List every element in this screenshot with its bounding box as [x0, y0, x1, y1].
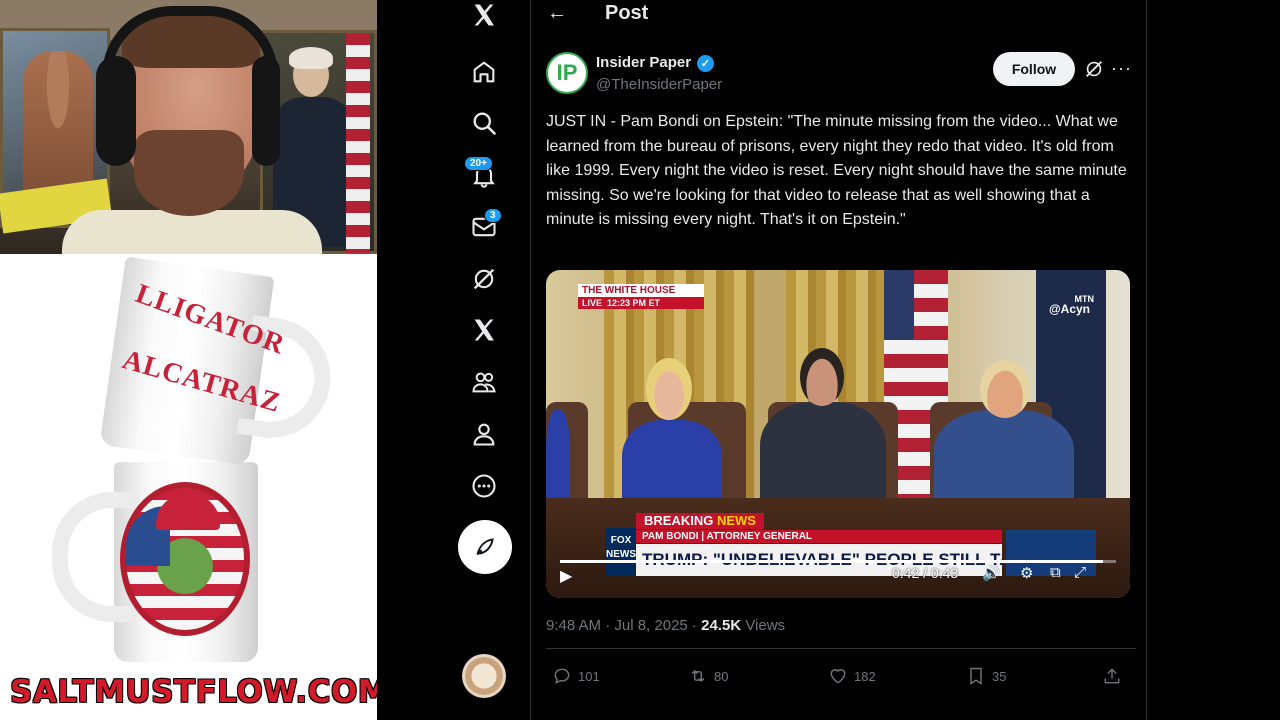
messages-badge: 3 [484, 208, 502, 223]
post-meta: 9:48 AM · Jul 8, 2025 · 24.5K Views [546, 617, 786, 634]
feather-icon [476, 538, 494, 556]
reply-icon [554, 668, 570, 684]
watermark-channel: MTN [1074, 294, 1095, 304]
back-arrow-icon[interactable]: ← [547, 2, 567, 25]
post-header: ← Post [531, 0, 1146, 28]
news-label: NEWS [716, 513, 756, 528]
webcam-feed [0, 0, 377, 254]
home-icon[interactable] [469, 57, 499, 87]
bug-title: THE WHITE HOUSE [578, 284, 704, 297]
bug-time: 12:23 PM ET [607, 298, 661, 308]
reply-button[interactable]: 101 [552, 666, 600, 686]
fullscreen-icon[interactable]: ⤢ [1074, 564, 1086, 581]
video-controls: ▶ 0:42 / 0:43 🔊 ⚙ ⧉ ⤢ [546, 558, 1130, 598]
share-icon [1104, 668, 1120, 684]
video-progress-fill [560, 560, 1104, 563]
views-count: 24.5K [701, 617, 742, 634]
streamer-shirt [62, 210, 322, 254]
views-label: Views [745, 617, 786, 634]
bookmark-count: 35 [992, 668, 1007, 684]
bug-live: LIVE 12:23 PM ET [578, 297, 704, 309]
like-count: 182 [854, 668, 876, 684]
play-icon[interactable]: ▶ [560, 566, 572, 586]
post-actions: 101 80 182 35 [546, 666, 1136, 690]
compose-button[interactable] [458, 520, 512, 574]
verified-badge-icon: ✓ [697, 55, 714, 72]
page-title: Post [605, 2, 649, 24]
author-name[interactable]: Insider Paper [596, 54, 691, 71]
heart-icon [830, 669, 846, 684]
author-handle[interactable]: @TheInsiderPaper [596, 76, 722, 93]
repost-button[interactable]: 80 [688, 666, 728, 686]
follow-button[interactable]: Follow [993, 52, 1075, 86]
notifications-badge: 20+ [464, 156, 493, 171]
lower-third-sub: PAM BONDI | ATTORNEY GENERAL [636, 530, 1002, 543]
streamer [62, 6, 322, 254]
people-icon[interactable] [469, 367, 499, 397]
gator-emblem [120, 482, 250, 636]
post-time[interactable]: 9:48 AM · Jul 8, 2025 [546, 617, 688, 634]
emblem-cap [156, 494, 220, 530]
grok-icon[interactable] [469, 264, 499, 294]
pip-icon[interactable]: ⧉ [1050, 564, 1061, 581]
person-trump-head [980, 360, 1030, 418]
more-circle-icon[interactable] [469, 471, 499, 501]
x-logo-icon[interactable] [469, 0, 499, 30]
repost-icon [691, 669, 705, 683]
person-left-edge [546, 410, 570, 510]
column-divider-right [1146, 0, 1147, 720]
painting-flag [346, 33, 370, 253]
white-house-bug: THE WHITE HOUSE LIVE 12:23 PM ET [578, 284, 704, 312]
settings-gear-icon[interactable]: ⚙ [1020, 564, 1033, 582]
video-progress-bar[interactable] [560, 560, 1116, 563]
author-avatar[interactable]: IP [546, 52, 588, 94]
breaking-news-banner: BREAKING NEWS [636, 513, 764, 529]
watermark: @Acyn [1048, 302, 1090, 316]
person-trump [934, 410, 1074, 510]
share-button[interactable] [1102, 666, 1122, 686]
bug-live-label: LIVE [582, 298, 603, 308]
search-icon[interactable] [469, 108, 499, 138]
headphone-left [96, 56, 136, 166]
volume-icon[interactable]: 🔊 [982, 564, 1001, 582]
video-time: 0:42 / 0:43 [892, 565, 959, 581]
post-text: JUST IN - Pam Bondi on Epstein: "The min… [546, 113, 1127, 229]
person-rubio [760, 402, 886, 510]
breaking-label: BREAKING [644, 513, 714, 528]
post-column: ← Post IP Insider Paper ✓ @TheInsiderPap… [531, 0, 1146, 720]
bookmark-icon [970, 667, 982, 685]
streamer-beard [134, 130, 244, 216]
repost-count: 80 [714, 668, 729, 684]
bookmark-button[interactable]: 35 [966, 666, 1006, 686]
person-rubio-head [800, 348, 844, 406]
headphone-right [252, 56, 280, 166]
video-player[interactable]: THE WHITE HOUSE LIVE 12:23 PM ET @Acyn M… [546, 270, 1130, 598]
account-avatar[interactable] [462, 654, 506, 698]
person-icon[interactable] [469, 419, 499, 449]
actions-divider [546, 648, 1136, 649]
reply-count: 101 [578, 668, 600, 684]
grok-explain-icon[interactable] [1083, 58, 1105, 80]
us-flag-canton [884, 270, 914, 340]
painting-hair [289, 47, 333, 69]
brand-url: SALTMUSTFLOW.COM [10, 674, 377, 710]
x-sidebar: 20+ 3 [440, 0, 530, 720]
like-button[interactable]: 182 [828, 666, 876, 686]
person-bondi-head [646, 358, 692, 420]
merch-ad: LLIGATOR ALCATRAZ SALTMUSTFLOW.COM [0, 254, 377, 720]
more-options-icon[interactable]: ··· [1111, 58, 1132, 79]
person-bondi [622, 420, 722, 510]
premium-x-icon[interactable] [469, 315, 499, 345]
